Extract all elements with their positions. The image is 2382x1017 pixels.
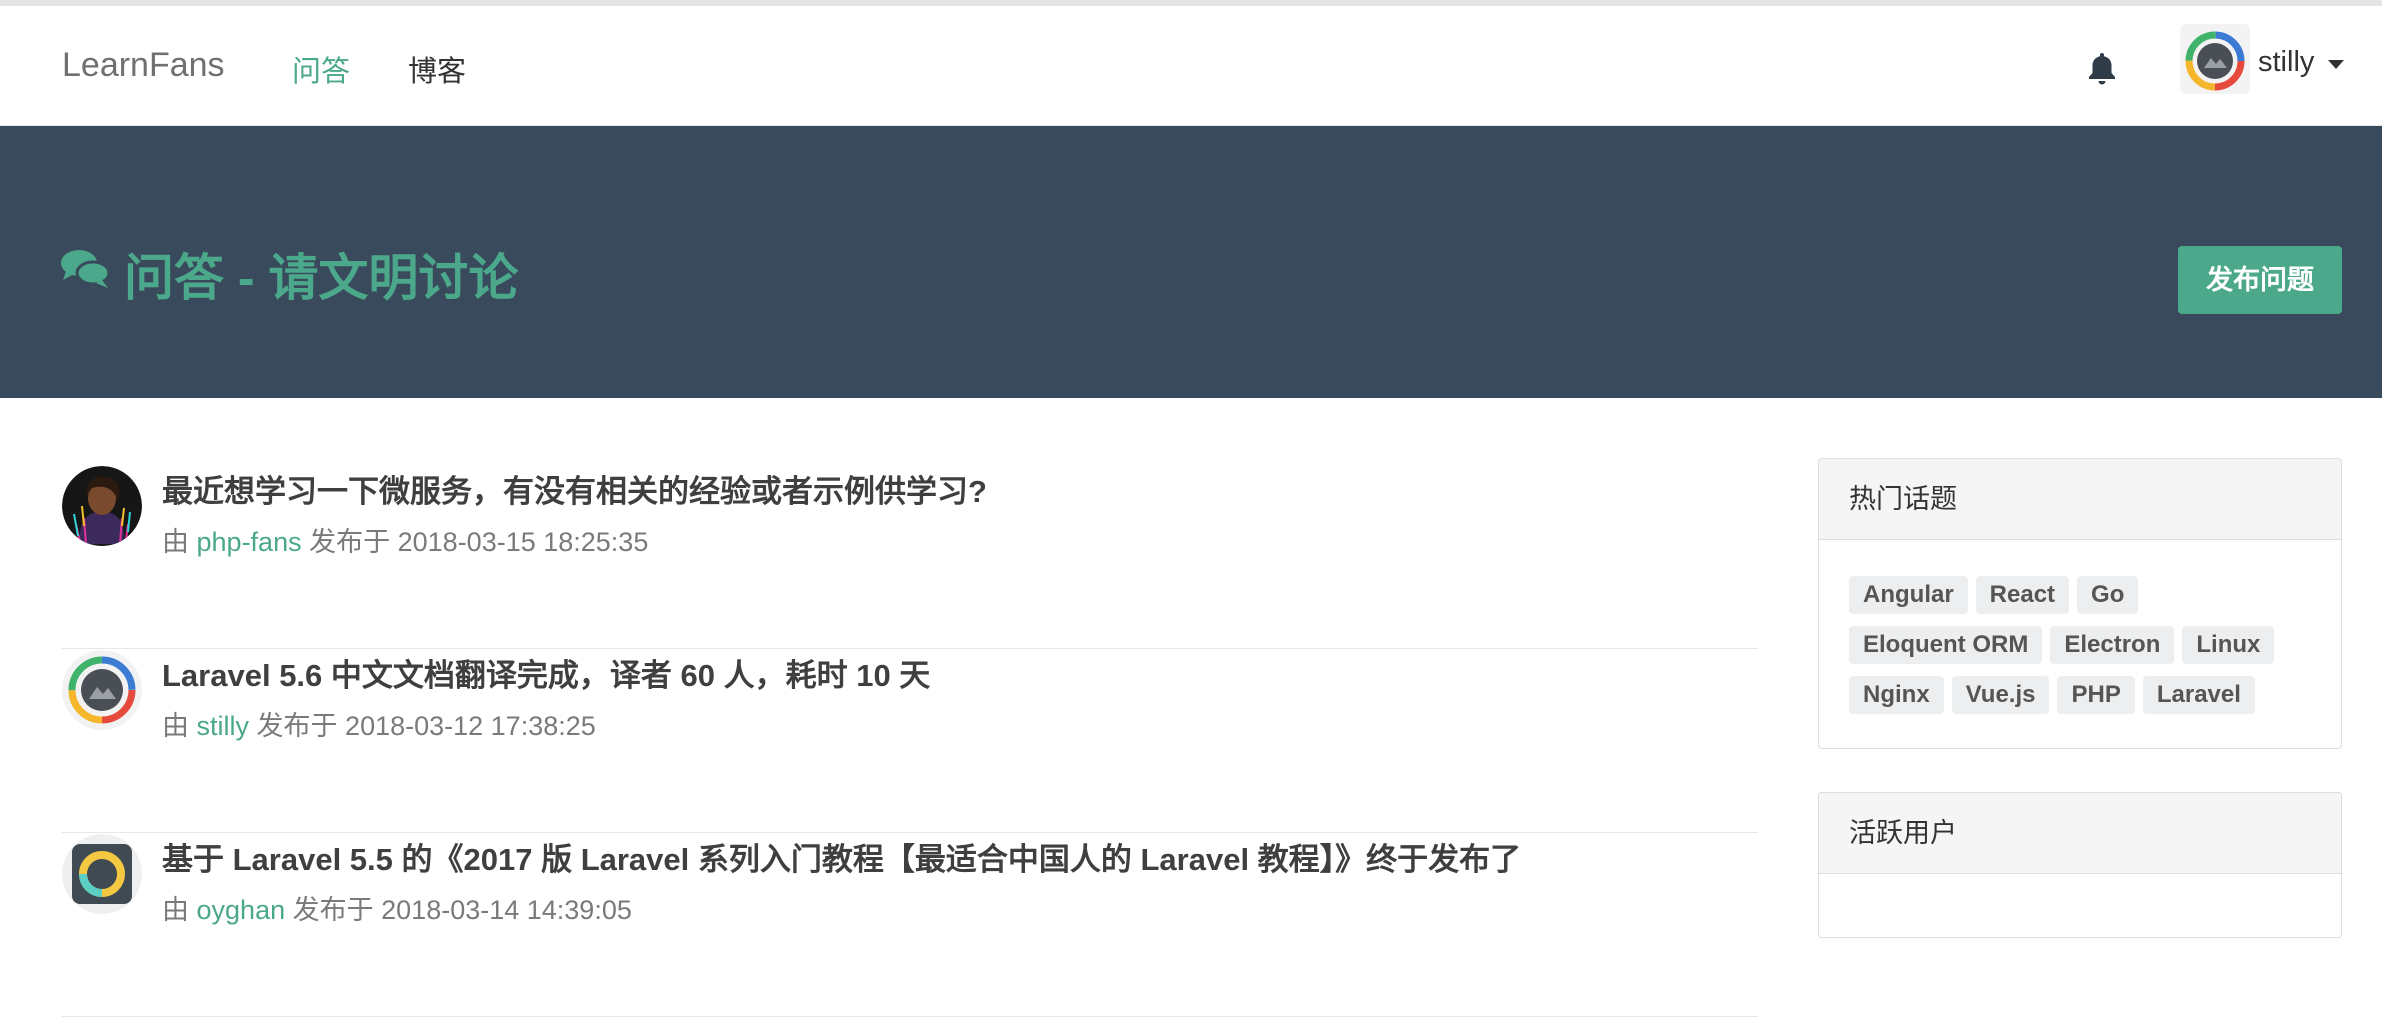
author-link[interactable]: oyghan [197, 895, 286, 925]
question-title-link[interactable]: 基于 Laravel 5.5 的《2017 版 Laravel 系列入门教程【最… [162, 834, 1521, 879]
question-meta: 由 php-fans 发布于 2018-03-15 18:25:35 [162, 520, 648, 559]
nav-item-blog[interactable]: 博客 [408, 48, 466, 90]
active-users-title: 活跃用户 [1819, 793, 2341, 874]
chevron-down-icon[interactable] [2328, 60, 2344, 69]
hot-topics-title: 热门话题 [1819, 459, 2341, 540]
top-navbar: LearnFans 问答 博客 stilly [0, 6, 2382, 126]
question-datetime: 2018-03-14 14:39:05 [381, 895, 632, 925]
active-users-panel: 活跃用户 [1818, 792, 2342, 938]
meta-by-label: 由 [162, 895, 189, 925]
tag-laravel[interactable]: Laravel [2142, 676, 2255, 714]
hero-banner: 问答 - 请文明讨论 发布问题 [0, 126, 2382, 398]
question-item: 最近想学习一下微服务，有没有相关的经验或者示例供学习? 由 php-fans 发… [62, 466, 1758, 649]
question-meta: 由 oyghan 发布于 2018-03-14 14:39:05 [162, 888, 632, 927]
tag-php[interactable]: PHP [2057, 676, 2135, 714]
tag-linux[interactable]: Linux [2182, 626, 2275, 664]
question-datetime: 2018-03-12 17:38:25 [345, 711, 596, 741]
question-title-link[interactable]: Laravel 5.6 中文文档翻译完成，译者 60 人，耗时 10 天 [162, 650, 930, 695]
meta-by-label: 由 [162, 527, 189, 557]
tag-vuejs[interactable]: Vue.js [1951, 676, 2050, 714]
author-avatar[interactable] [62, 834, 142, 914]
nav-item-qa[interactable]: 问答 [292, 48, 350, 90]
tag-react[interactable]: React [1975, 576, 2070, 614]
tag-angular[interactable]: Angular [1849, 576, 1968, 614]
tag-electron[interactable]: Electron [2050, 626, 2175, 664]
meta-published-label: 发布于 [256, 711, 338, 741]
bell-icon[interactable] [2086, 51, 2118, 87]
author-avatar[interactable] [62, 466, 142, 546]
tag-go[interactable]: Go [2077, 576, 2139, 614]
page-title: 问答 - 请文明讨论 [124, 250, 519, 306]
tag-eloquent-orm[interactable]: Eloquent ORM [1849, 626, 2043, 664]
tag-nginx[interactable]: Nginx [1849, 676, 1944, 714]
author-avatar[interactable] [62, 650, 142, 730]
comments-icon [61, 250, 110, 288]
author-link[interactable]: stilly [197, 711, 250, 741]
tag-list: Angular React Go Eloquent ORM Electron Linux… [1819, 540, 2341, 748]
question-item: 基于 Laravel 5.5 的《2017 版 Laravel 系列入门教程【最… [62, 834, 1758, 1017]
hot-topics-panel: 热门话题 Angular React Go Eloquent ORM Electron… [1818, 458, 2342, 749]
user-avatar[interactable] [2184, 30, 2246, 92]
brand-logo[interactable]: LearnFans [62, 46, 225, 85]
question-meta: 由 stilly 发布于 2018-03-12 17:38:25 [162, 704, 596, 743]
meta-published-label: 发布于 [292, 895, 374, 925]
username[interactable]: stilly [2258, 46, 2314, 79]
question-title-link[interactable]: 最近想学习一下微服务，有没有相关的经验或者示例供学习? [162, 466, 987, 511]
meta-published-label: 发布于 [309, 527, 391, 557]
author-link[interactable]: php-fans [197, 527, 302, 557]
question-item: Laravel 5.6 中文文档翻译完成，译者 60 人，耗时 10 天 由 s… [62, 650, 1758, 833]
question-datetime: 2018-03-15 18:25:35 [397, 527, 649, 557]
meta-by-label: 由 [162, 711, 189, 741]
publish-question-button[interactable]: 发布问题 [2178, 246, 2342, 314]
